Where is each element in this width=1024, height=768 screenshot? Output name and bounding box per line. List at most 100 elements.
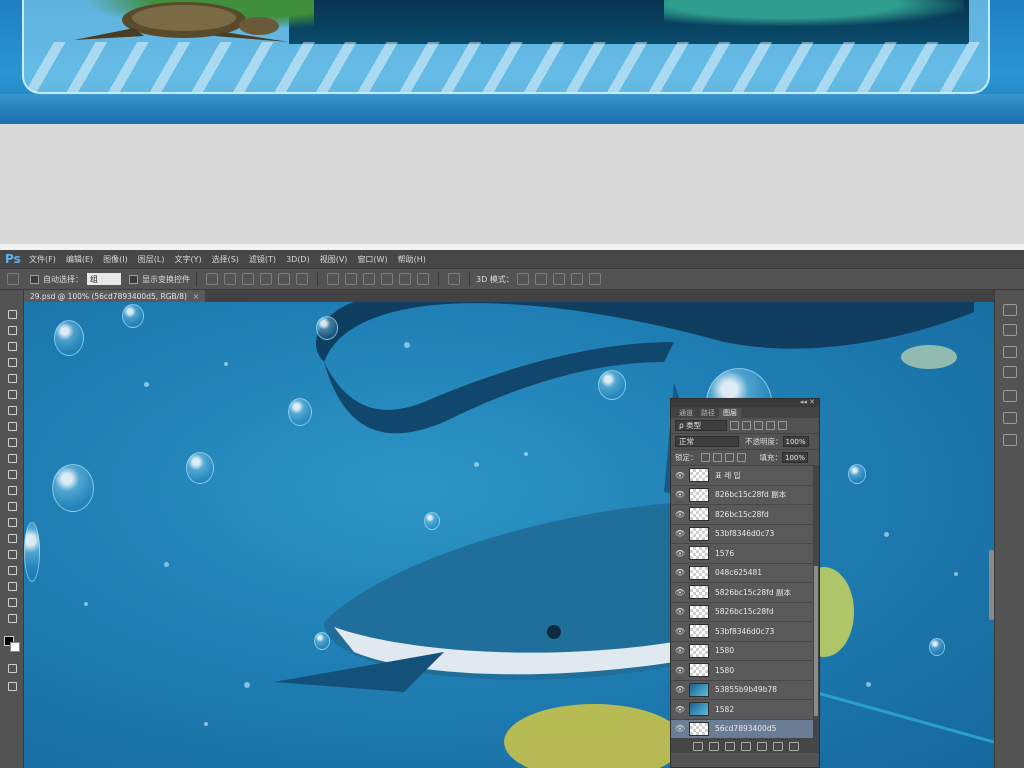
visibility-eye-icon[interactable]: 👁: [671, 666, 689, 675]
menu-file[interactable]: 文件(F): [24, 254, 61, 265]
menu-window[interactable]: 窗口(W): [352, 254, 392, 265]
3d-rotate-icon[interactable]: [516, 273, 529, 285]
distribute-hcenter-icon[interactable]: [399, 273, 411, 285]
gradient-tool-icon[interactable]: [5, 484, 18, 495]
menu-help[interactable]: 帮助(H): [393, 254, 431, 265]
quick-select-tool-icon[interactable]: [5, 356, 18, 367]
auto-align-icon[interactable]: [448, 273, 460, 285]
auto-select-dropdown[interactable]: 组: [87, 273, 121, 285]
visibility-eye-icon[interactable]: 👁: [671, 607, 689, 616]
align-hcenter-icon[interactable]: [278, 273, 290, 285]
visibility-eye-icon[interactable]: 👁: [671, 568, 689, 577]
visibility-eye-icon[interactable]: 👁: [671, 588, 689, 597]
visibility-eye-icon[interactable]: 👁: [671, 724, 689, 733]
hand-tool-icon[interactable]: [5, 596, 18, 607]
menu-type[interactable]: 文字(Y): [169, 254, 206, 265]
shape-tool-icon[interactable]: [5, 580, 18, 591]
quick-mask-icon[interactable]: [5, 662, 18, 673]
lasso-tool-icon[interactable]: [5, 340, 18, 351]
distribute-left-icon[interactable]: [381, 273, 393, 285]
distribute-bottom-icon[interactable]: [363, 273, 375, 285]
align-left-icon[interactable]: [260, 273, 272, 285]
menu-view[interactable]: 视图(V): [315, 254, 353, 265]
filter-type-icon[interactable]: [754, 421, 763, 430]
layer-row[interactable]: 👁 53bf8346d0c73: [671, 622, 819, 642]
menu-filter[interactable]: 滤镜(T): [244, 254, 281, 265]
opacity-input[interactable]: 100%: [782, 436, 809, 447]
panel-collapse-icon[interactable]: ◂◂ ✕: [800, 398, 815, 406]
color-panel-icon[interactable]: [1003, 366, 1017, 378]
align-top-icon[interactable]: [206, 273, 218, 285]
menu-select[interactable]: 选择(S): [207, 254, 244, 265]
move-tool-icon[interactable]: [7, 273, 19, 285]
styles-panel-icon[interactable]: [1003, 412, 1017, 424]
eraser-tool-icon[interactable]: [5, 468, 18, 479]
menu-layer[interactable]: 图层(L): [133, 254, 170, 265]
play-actions-icon[interactable]: [1003, 324, 1017, 336]
layers-scrollbar[interactable]: [813, 466, 819, 739]
healing-brush-icon[interactable]: [5, 404, 18, 415]
layer-row[interactable]: 👁 048c625481: [671, 564, 819, 583]
type-tool-icon[interactable]: [5, 548, 18, 559]
visibility-eye-icon[interactable]: 👁: [671, 471, 689, 480]
align-vcenter-icon[interactable]: [224, 273, 236, 285]
layer-row[interactable]: 👁 1580: [671, 642, 819, 661]
distribute-top-icon[interactable]: [327, 273, 339, 285]
3d-pan-icon[interactable]: [552, 273, 565, 285]
auto-select-checkbox[interactable]: [30, 274, 39, 284]
blend-mode-dropdown[interactable]: 正常: [675, 436, 739, 447]
visibility-eye-icon[interactable]: 👁: [671, 646, 689, 655]
folder-icon[interactable]: [757, 741, 767, 751]
adjustment-icon[interactable]: [741, 741, 751, 751]
visibility-eye-icon[interactable]: 👁: [671, 685, 689, 694]
tab-channels[interactable]: 通道: [675, 408, 697, 418]
new-layer-icon[interactable]: [773, 741, 783, 751]
visibility-eye-icon[interactable]: 👁: [671, 490, 689, 499]
move-tool-icon[interactable]: [5, 308, 18, 319]
distribute-right-icon[interactable]: [417, 273, 429, 285]
lock-all-icon[interactable]: [736, 453, 746, 462]
visibility-eye-icon[interactable]: 👁: [671, 510, 689, 519]
document-canvas[interactable]: [24, 302, 994, 768]
eyedropper-tool-icon[interactable]: [5, 388, 18, 399]
document-tab[interactable]: 29.psd @ 100% (56cd7893400d5, RGB/8) ×: [24, 290, 206, 302]
show-transform-checkbox[interactable]: [129, 274, 138, 284]
visibility-eye-icon[interactable]: 👁: [671, 549, 689, 558]
layer-row[interactable]: 👁 826bc15c28fd: [671, 505, 819, 525]
brush-tool-icon[interactable]: [5, 420, 18, 431]
layer-filter-dropdown[interactable]: ρ 类型: [675, 420, 727, 431]
visibility-eye-icon[interactable]: 👁: [671, 705, 689, 714]
menu-edit[interactable]: 编辑(E): [61, 254, 98, 265]
3d-scale-icon[interactable]: [588, 273, 601, 285]
layer-row[interactable]: 👁 표 레 입: [671, 466, 819, 486]
screen-mode-icon[interactable]: [5, 680, 18, 691]
lock-transparent-icon[interactable]: [700, 453, 710, 462]
layer-row[interactable]: 👁 826bc15c28fd 副本: [671, 486, 819, 505]
close-icon[interactable]: ×: [193, 292, 199, 301]
fill-input[interactable]: 100%: [782, 452, 809, 463]
layer-row[interactable]: 👁 1580: [671, 661, 819, 681]
layer-row[interactable]: 👁 5826bc15c28fd 副本: [671, 583, 819, 603]
filter-shape-icon[interactable]: [766, 421, 775, 430]
adjustments-panel-icon[interactable]: [1003, 390, 1017, 402]
tab-paths[interactable]: 路径: [697, 408, 719, 418]
filter-pixel-icon[interactable]: [730, 421, 739, 430]
link-icon[interactable]: [693, 741, 703, 751]
crop-tool-icon[interactable]: [5, 372, 18, 383]
path-select-tool-icon[interactable]: [5, 564, 18, 575]
align-right-icon[interactable]: [296, 273, 308, 285]
history-panel-icon[interactable]: [1003, 304, 1017, 316]
dodge-tool-icon[interactable]: [5, 516, 18, 527]
visibility-eye-icon[interactable]: 👁: [671, 529, 689, 538]
zoom-tool-icon[interactable]: [5, 612, 18, 623]
marquee-tool-icon[interactable]: [5, 324, 18, 335]
lock-position-icon[interactable]: [724, 453, 734, 462]
info-panel-icon[interactable]: [1003, 346, 1017, 358]
layer-row[interactable]: 👁 56cd7893400d5: [671, 719, 819, 739]
align-bottom-icon[interactable]: [242, 273, 254, 285]
menu-3d[interactable]: 3D(D): [281, 255, 315, 264]
mask-icon[interactable]: [725, 741, 735, 751]
filter-adjust-icon[interactable]: [742, 421, 751, 430]
fx-icon[interactable]: [709, 741, 719, 751]
distribute-vcenter-icon[interactable]: [345, 273, 357, 285]
